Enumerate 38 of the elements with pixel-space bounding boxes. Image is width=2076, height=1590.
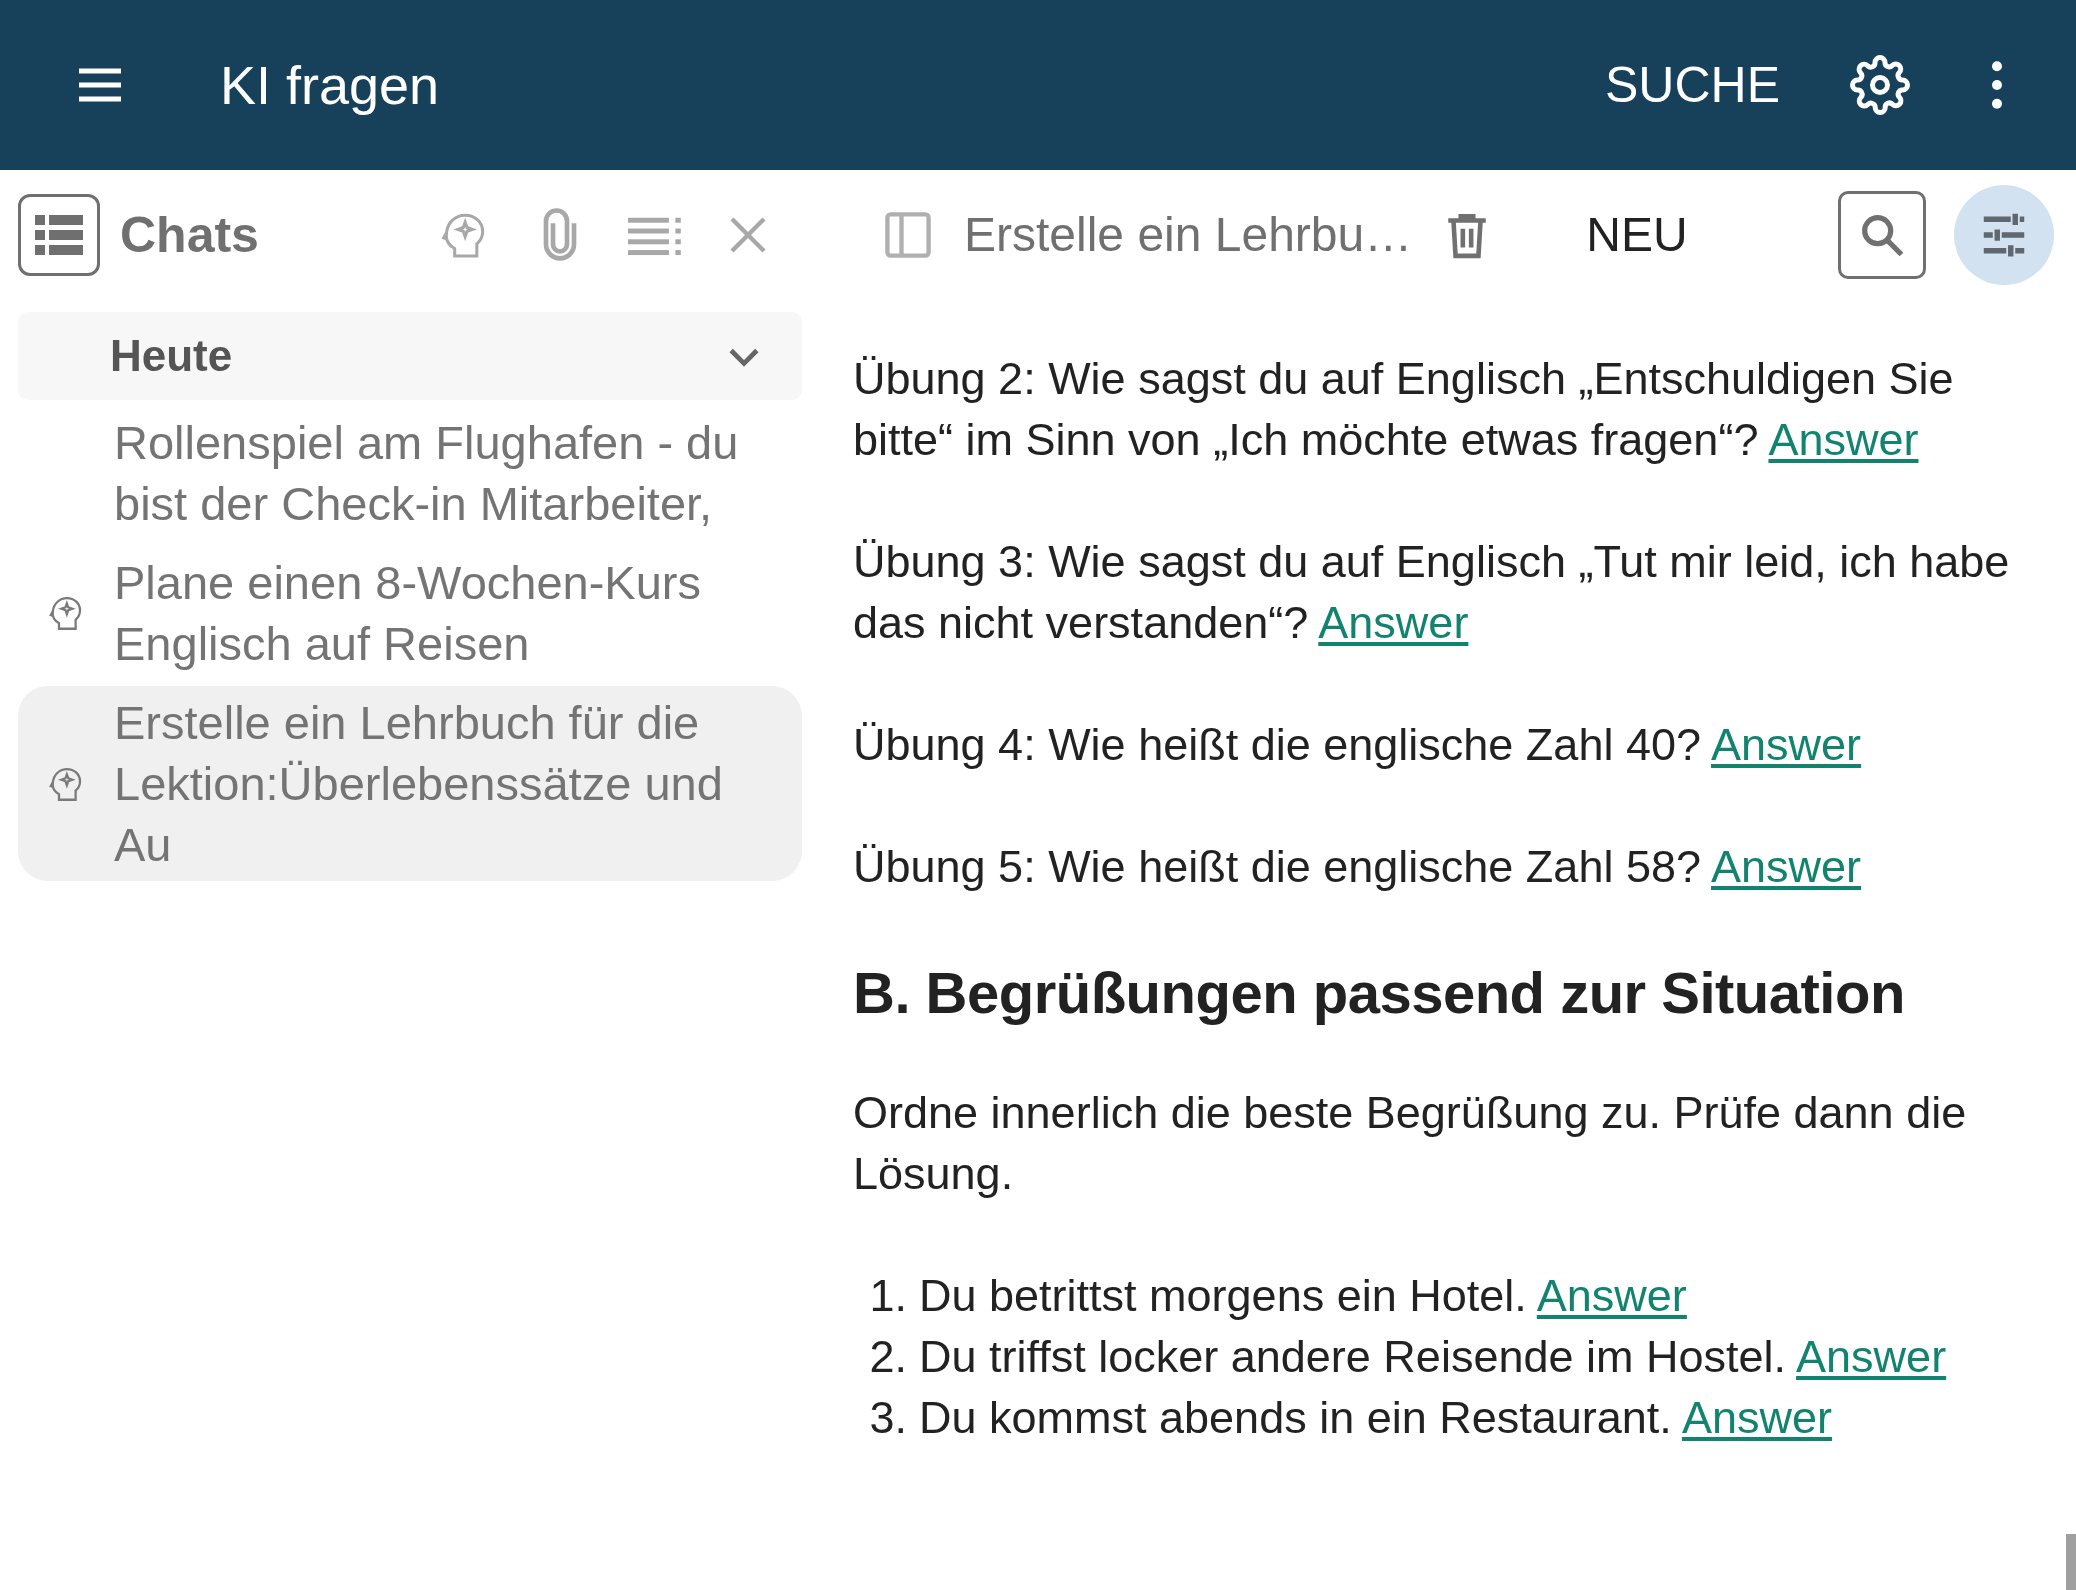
settings-icon[interactable]	[1850, 55, 1910, 115]
paragraph: Übung 5: Wie heißt die englische Zahl 58? Answer	[853, 840, 1863, 894]
chat-list-button[interactable]	[18, 194, 100, 276]
chat-item-title: Plane einen 8-Wochen-Kurs Englisch auf Reisen	[114, 555, 702, 672]
list-number: 2.	[868, 1330, 908, 1384]
answer-link[interactable]: Answer	[1536, 1270, 1687, 1321]
paragraph: Übung 2: Wie sagst du auf Englisch „Entschuldigen Sie bitte“ im Sinn von „Ich möchte etwas fragen“? Answer	[853, 352, 1955, 467]
scrollbar[interactable]	[2066, 1534, 2076, 1590]
chat-item[interactable]: Erstelle ein Lehrbuch für die Lektion:Überlebenssätze und Au	[18, 686, 802, 881]
group-header[interactable]: Heute	[18, 312, 802, 400]
paragraph: Übung 3: Wie sagst du auf Englisch „Tut mir leid, ich habe das nicht verstanden“? Answer	[853, 535, 2011, 650]
chat-item-title: Erstelle ein Lehrbuch für die Lektion:Überlebenssätze und Au	[114, 695, 724, 873]
group-label: Heute	[110, 330, 234, 382]
answer-link[interactable]: Answer	[1711, 719, 1862, 770]
list-item-text: Du betrittst morgens ein Hotel. Answer	[919, 1269, 1687, 1323]
answer-link[interactable]: Answer	[1711, 841, 1862, 892]
answer-link[interactable]: Answer	[1768, 414, 1919, 465]
answer-link[interactable]: Answer	[1796, 1331, 1947, 1382]
sidebar-title: Chats	[120, 205, 259, 265]
chat-item-title: Rollenspiel am Flughafen - du bist der Check-in Mitarbeiter,	[114, 415, 740, 532]
answer-link[interactable]: Answer	[1681, 1392, 1832, 1443]
chat-item[interactable]: Plane einen 8-Wochen-Kurs Englisch auf Reisen	[18, 546, 802, 680]
list-item-text: Du kommst abends in ein Restaurant. Answer	[919, 1391, 1832, 1445]
list-item-text: Du triffst locker andere Reisende im Hostel. Answer	[919, 1330, 1947, 1384]
app-title: KI fragen	[220, 53, 440, 117]
more-icon[interactable]	[1990, 60, 2004, 110]
chat-item[interactable]: Rollenspiel am Flughafen - du bist der Check-in Mitarbeiter,	[18, 406, 802, 540]
search-button[interactable]	[1838, 191, 1926, 279]
list-number: 1.	[868, 1269, 908, 1323]
list-icon	[34, 215, 84, 255]
paragraph: Ordne innerlich die beste Begrüßung zu. Prüfe dann die Lösung.	[853, 1086, 1968, 1201]
paragraph: Übung 4: Wie heißt die englische Zahl 40? Answer	[853, 718, 1863, 772]
search-button[interactable]: SUCHE	[1604, 47, 1780, 123]
section-heading: B. Begrüßungen passend zur Situation	[853, 959, 1906, 1027]
list-number: 3.	[868, 1391, 908, 1445]
chat-title: Erstelle ein Lehrbu…	[964, 207, 1413, 263]
new-chat-button[interactable]: NEU	[1586, 199, 1688, 271]
answer-link[interactable]: Answer	[1318, 597, 1469, 648]
